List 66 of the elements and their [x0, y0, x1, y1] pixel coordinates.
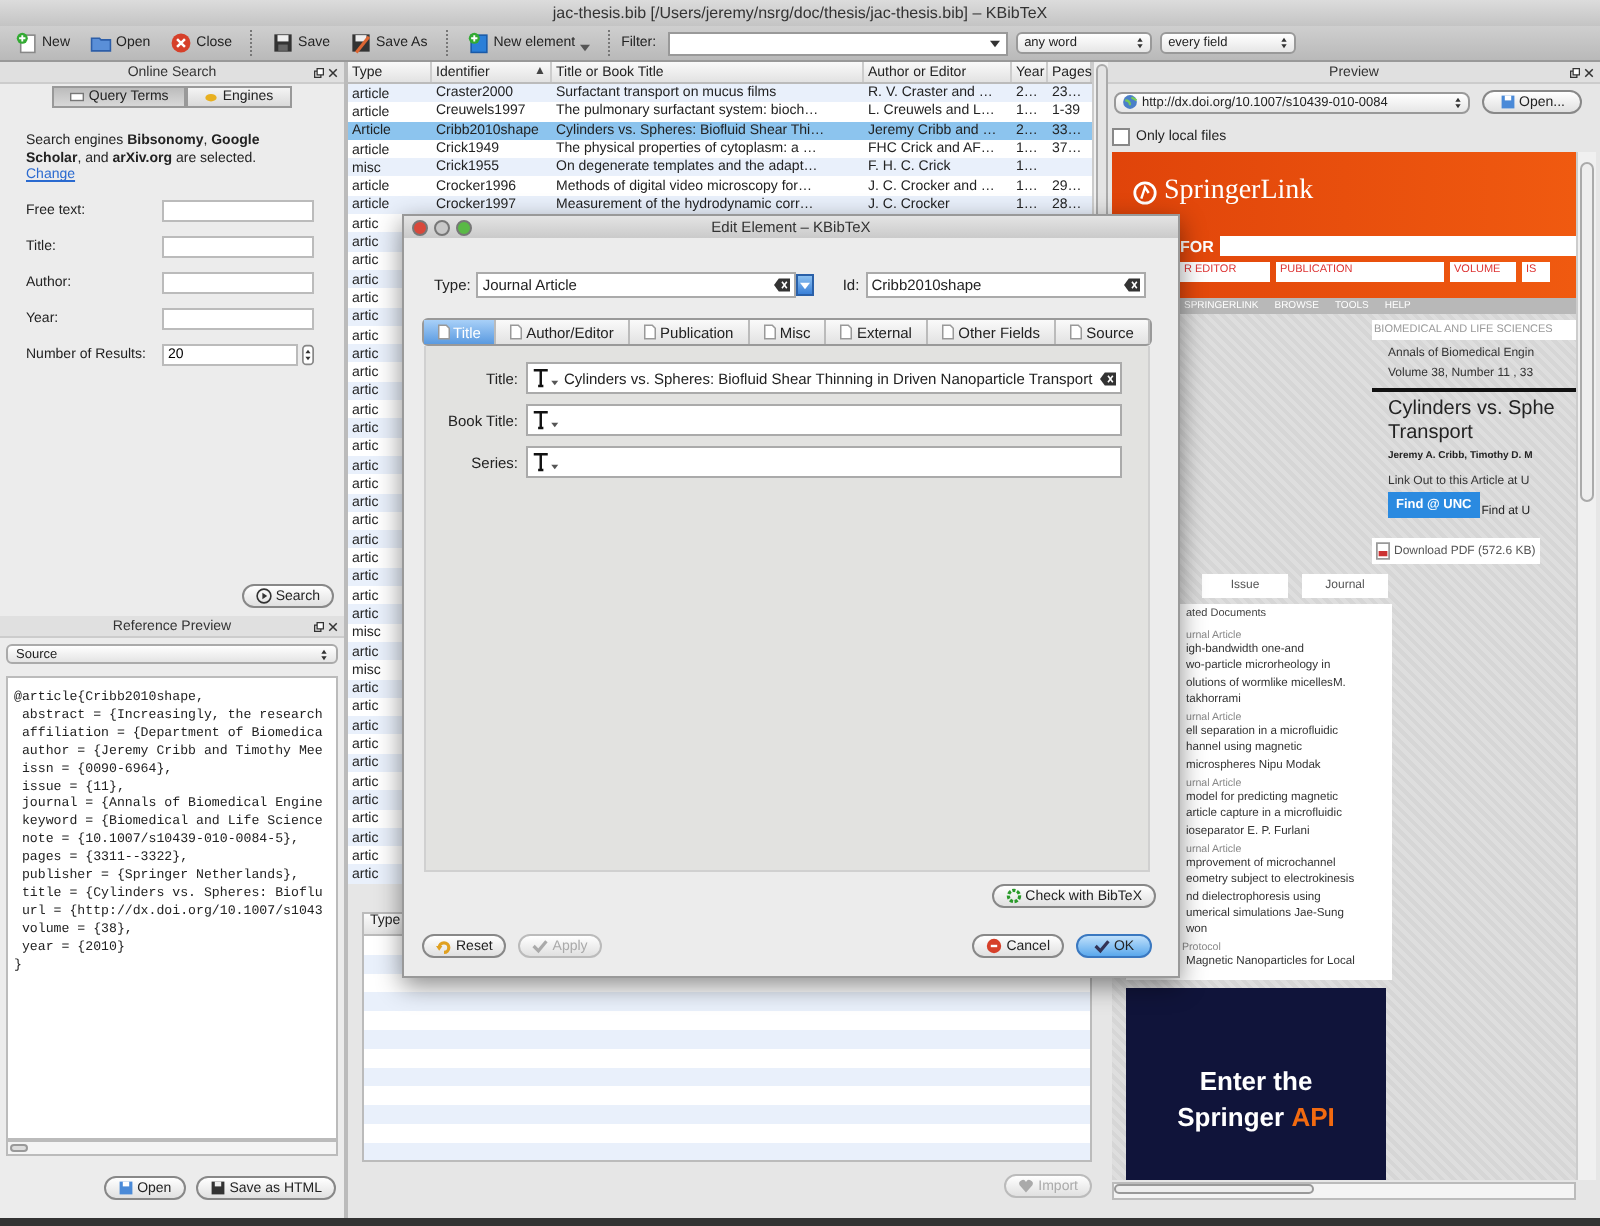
text-field[interactable] [162, 272, 314, 294]
new-element-icon [467, 32, 490, 54]
save-as-icon [350, 32, 373, 54]
up-down-arrows-icon [320, 647, 328, 661]
cancel-icon [986, 938, 1003, 954]
text-field[interactable] [162, 308, 314, 330]
dropdown-arrow-icon[interactable] [990, 39, 1001, 47]
text-field-icon [70, 92, 85, 102]
globe-icon [1122, 94, 1138, 110]
document-icon [942, 324, 955, 340]
save-icon [272, 32, 295, 54]
field-input[interactable] [526, 404, 1122, 436]
folder-icon [90, 32, 113, 54]
field-input[interactable] [526, 446, 1122, 478]
check-icon [532, 938, 549, 954]
float-panel-icon[interactable] [1570, 67, 1580, 77]
document-icon [1070, 324, 1083, 340]
close-panel-icon[interactable] [328, 67, 338, 77]
vertical-scrollbar[interactable] [1576, 152, 1596, 1180]
site-search-field[interactable] [1219, 236, 1576, 256]
text-type-icon[interactable] [532, 451, 560, 473]
dropdown-button[interactable] [796, 274, 815, 296]
float-panel-icon[interactable] [314, 621, 324, 631]
search-label: FOR [1180, 237, 1214, 255]
check-icon [1093, 938, 1110, 954]
undo-icon [436, 938, 452, 954]
window-close-button[interactable] [412, 219, 428, 235]
text-field[interactable] [162, 200, 314, 222]
filter-field[interactable] [668, 31, 1009, 55]
save-icon [209, 1180, 226, 1196]
engine-icon [204, 92, 219, 102]
article-title: Cylinders vs. Sphe Transport [1388, 398, 1557, 446]
window-zoom-button[interactable] [456, 219, 472, 235]
document-icon [763, 324, 776, 340]
document-icon [840, 324, 853, 340]
document-icon [510, 324, 523, 340]
horizontal-scrollbar[interactable] [1112, 1182, 1576, 1200]
text-field[interactable] [162, 236, 314, 258]
close-panel-icon[interactable] [1584, 67, 1594, 77]
banner-text: Enter the [1199, 1063, 1313, 1100]
window-minimize-button[interactable] [434, 219, 450, 235]
checkbox[interactable] [1112, 128, 1130, 146]
up-down-arrows-icon [1454, 95, 1462, 109]
horizontal-scrollbar[interactable] [6, 1140, 338, 1156]
clear-icon[interactable] [1100, 371, 1116, 385]
heart-icon [1018, 1178, 1035, 1194]
site-logo: SpringerLink [1164, 176, 1314, 208]
up-down-arrows-icon [1280, 36, 1289, 50]
clear-icon[interactable] [774, 278, 791, 292]
caret-icon [579, 44, 590, 52]
document-icon [437, 324, 450, 340]
window-title: jac-thesis.bib [/Users/jeremy/nsrg/doc/thesis/jac-thesis.bib] – KBibTeX [552, 4, 1048, 22]
banner-text: Springer API [1177, 1099, 1335, 1136]
play-icon [255, 588, 272, 604]
clear-icon[interactable] [1123, 278, 1140, 292]
up-down-arrows-icon [1136, 36, 1145, 50]
gear-icon [1005, 888, 1022, 904]
pdf-icon [1376, 542, 1390, 560]
text-type-icon[interactable] [532, 409, 560, 431]
float-panel-icon[interactable] [314, 67, 324, 77]
close-panel-icon[interactable] [328, 621, 338, 631]
spinner-arrows-icon[interactable] [302, 344, 314, 366]
new-document-icon [16, 32, 38, 54]
document-icon [644, 324, 657, 340]
text-type-icon[interactable] [532, 367, 560, 389]
close-icon [170, 32, 193, 54]
